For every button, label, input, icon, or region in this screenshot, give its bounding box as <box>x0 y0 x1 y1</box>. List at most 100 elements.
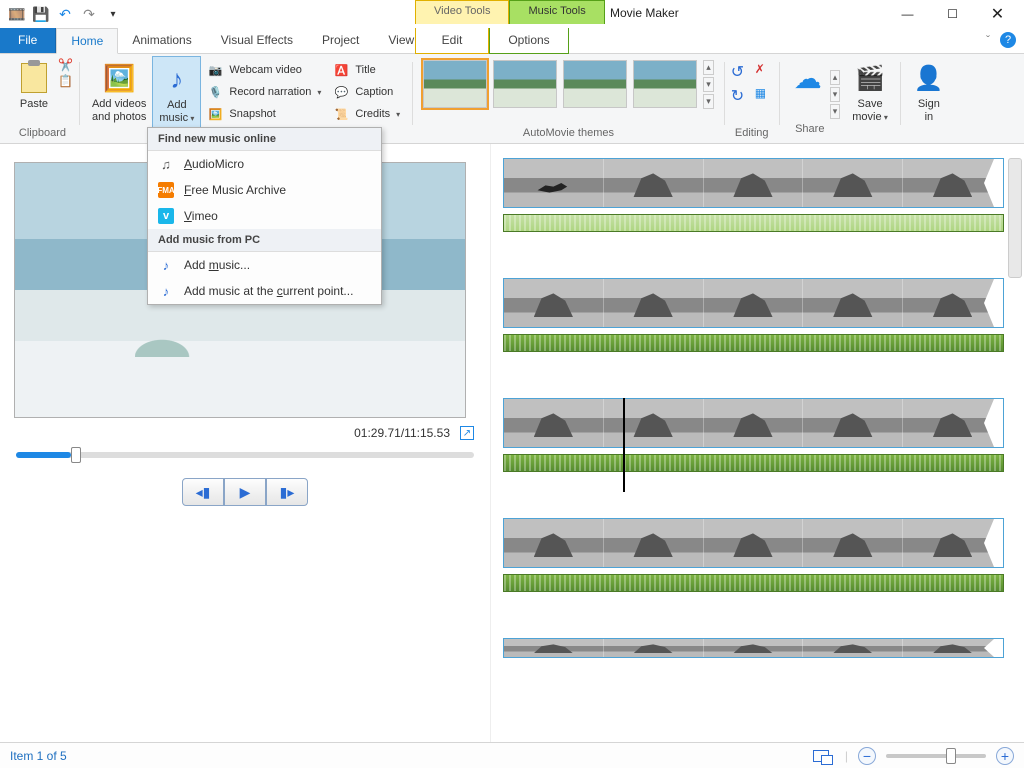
audio-track-4[interactable] <box>503 574 1004 592</box>
playhead[interactable] <box>623 398 625 492</box>
themes-gallery[interactable]: ▴ ▾ ▾ <box>419 56 718 113</box>
close-button[interactable]: ✕ <box>975 0 1020 28</box>
video-track-1[interactable] <box>503 158 1004 208</box>
tab-options-music[interactable]: Options <box>489 28 569 54</box>
share-gallery-up-icon[interactable]: ▴ <box>830 70 841 85</box>
fma-icon: FMA <box>158 182 174 198</box>
note-point-icon: ♪ <box>158 283 174 299</box>
clip-group-3[interactable] <box>503 398 1004 472</box>
seek-knob[interactable] <box>71 447 81 463</box>
zoom-knob[interactable] <box>946 748 956 764</box>
title-button[interactable]: 🅰️Title <box>327 60 406 80</box>
status-bar: Item 1 of 5 | − + <box>0 742 1024 768</box>
zoom-slider[interactable] <box>886 754 986 758</box>
group-automovie-themes: ▴ ▾ ▾ AutoMovie themes <box>413 56 724 143</box>
sign-in-button[interactable]: 👤 Sign in <box>907 56 951 128</box>
redo-icon[interactable]: ↷ <box>80 5 98 23</box>
record-narration-button[interactable]: 🎙️Record narration ▾ <box>201 82 327 102</box>
theme-thumb-3[interactable] <box>563 60 627 108</box>
fullscreen-icon[interactable]: ↗ <box>460 426 474 440</box>
video-track-2[interactable] <box>503 278 1004 328</box>
share-gallery-more-icon[interactable]: ▾ <box>830 104 841 119</box>
video-track-3[interactable] <box>503 398 1004 448</box>
add-videos-label: Add videos and photos <box>92 98 146 124</box>
tab-edit-video[interactable]: Edit <box>415 28 489 54</box>
group-editing-label: Editing <box>735 127 769 139</box>
person-icon: 👤 <box>914 64 944 93</box>
webcam-video-button[interactable]: 📷Webcam video <box>201 60 327 80</box>
tab-animations[interactable]: Animations <box>118 28 206 53</box>
dd-vimeo[interactable]: v Vimeo <box>148 203 381 229</box>
theme-thumb-4[interactable] <box>633 60 697 108</box>
ribbon-collapse-icon[interactable]: ˇ <box>986 33 990 47</box>
maximize-button[interactable]: ☐ <box>930 0 975 28</box>
dd-fma[interactable]: FMA Free Music Archive <box>148 177 381 203</box>
share-gallery-down-icon[interactable]: ▾ <box>830 87 841 102</box>
select-all-icon[interactable]: ▦ <box>755 86 773 104</box>
play-button[interactable]: ▶ <box>224 478 266 506</box>
credits-button[interactable]: 📜Credits ▾ <box>327 104 406 124</box>
add-music-button[interactable]: ♪ Add music ▾ <box>152 56 201 130</box>
zoom-in-button[interactable]: + <box>996 747 1014 765</box>
dd-audiomicro[interactable]: ♫ AudioMicro <box>148 151 381 177</box>
tab-visual-effects[interactable]: Visual Effects <box>207 28 308 53</box>
skydrive-button[interactable]: ☁ <box>786 56 830 102</box>
gallery-up-icon[interactable]: ▴ <box>703 60 714 75</box>
dd-add-music-point[interactable]: ♪ Add music at the current point... <box>148 278 381 304</box>
caption-label: Caption <box>355 86 393 98</box>
theme-thumb-2[interactable] <box>493 60 557 108</box>
next-frame-button[interactable]: ▮▸ <box>266 478 308 506</box>
add-videos-photos-button[interactable]: 🖼️ Add videos and photos <box>86 56 152 128</box>
seek-bar[interactable] <box>16 452 474 458</box>
copy-icon[interactable]: 📋 <box>58 74 73 88</box>
help-icon[interactable]: ? <box>1000 32 1016 48</box>
paste-button[interactable]: Paste <box>12 56 56 115</box>
cut-icon[interactable]: ✂️ <box>58 58 73 72</box>
tab-project[interactable]: Project <box>308 28 374 53</box>
group-signin: 👤 Sign in <box>901 56 957 143</box>
credits-icon: 📜 <box>333 106 349 122</box>
timeline-scrollbar[interactable] <box>1008 158 1022 278</box>
dd-fma-label: Free Music Archive <box>184 183 286 197</box>
snapshot-button[interactable]: 🖼️Snapshot <box>201 104 327 124</box>
undo-icon[interactable]: ↶ <box>56 5 74 23</box>
zoom-out-button[interactable]: − <box>858 747 876 765</box>
timeline-pane[interactable] <box>490 144 1024 742</box>
group-themes-label: AutoMovie themes <box>523 127 614 139</box>
record-label: Record narration <box>229 86 311 98</box>
dd-add-music[interactable]: ♪ Add music... <box>148 252 381 278</box>
group-clipboard-label: Clipboard <box>19 127 66 139</box>
theme-thumb-1[interactable] <box>423 60 487 108</box>
rotate-right-icon[interactable]: ↻ <box>731 86 749 104</box>
save-icon[interactable]: 💾 <box>32 5 50 23</box>
tab-home[interactable]: Home <box>56 28 118 54</box>
save-movie-button[interactable]: 🎬 Save movie ▾ <box>846 56 894 128</box>
gallery-down-icon[interactable]: ▾ <box>703 77 714 92</box>
clip-group-1[interactable] <box>503 158 1004 232</box>
save-movie-label: Save movie ▾ <box>852 98 888 124</box>
video-track-4[interactable] <box>503 518 1004 568</box>
gallery-more-icon[interactable]: ▾ <box>703 94 714 109</box>
timecode-row: 01:29.71/11:15.53 ↗ <box>16 426 474 440</box>
sign-in-label: Sign in <box>918 98 940 124</box>
paste-label: Paste <box>20 98 48 111</box>
tab-file[interactable]: File <box>0 28 56 53</box>
clip-group-2[interactable] <box>503 278 1004 352</box>
webcam-icon: 📷 <box>207 62 223 78</box>
dd-audiomicro-label: AudioMicro <box>184 157 244 171</box>
clip-group-5[interactable] <box>503 638 1004 658</box>
video-track-5[interactable] <box>503 638 1004 658</box>
group-share-label: Share <box>780 123 840 135</box>
delete-icon[interactable]: ✗ <box>755 62 773 80</box>
chevron-down-icon: ▾ <box>188 114 194 123</box>
audio-track-2[interactable] <box>503 334 1004 352</box>
thumbnail-size-icon[interactable] <box>813 750 829 762</box>
clip-group-4[interactable] <box>503 518 1004 592</box>
qat-customize-icon[interactable]: ▾ <box>104 5 122 23</box>
rotate-left-icon[interactable]: ↺ <box>731 62 749 80</box>
audio-track-1[interactable] <box>503 214 1004 232</box>
prev-frame-button[interactable]: ◂▮ <box>182 478 224 506</box>
minimize-button[interactable]: — <box>885 0 930 28</box>
audio-track-3[interactable] <box>503 454 1004 472</box>
caption-button[interactable]: 💬Caption <box>327 82 406 102</box>
